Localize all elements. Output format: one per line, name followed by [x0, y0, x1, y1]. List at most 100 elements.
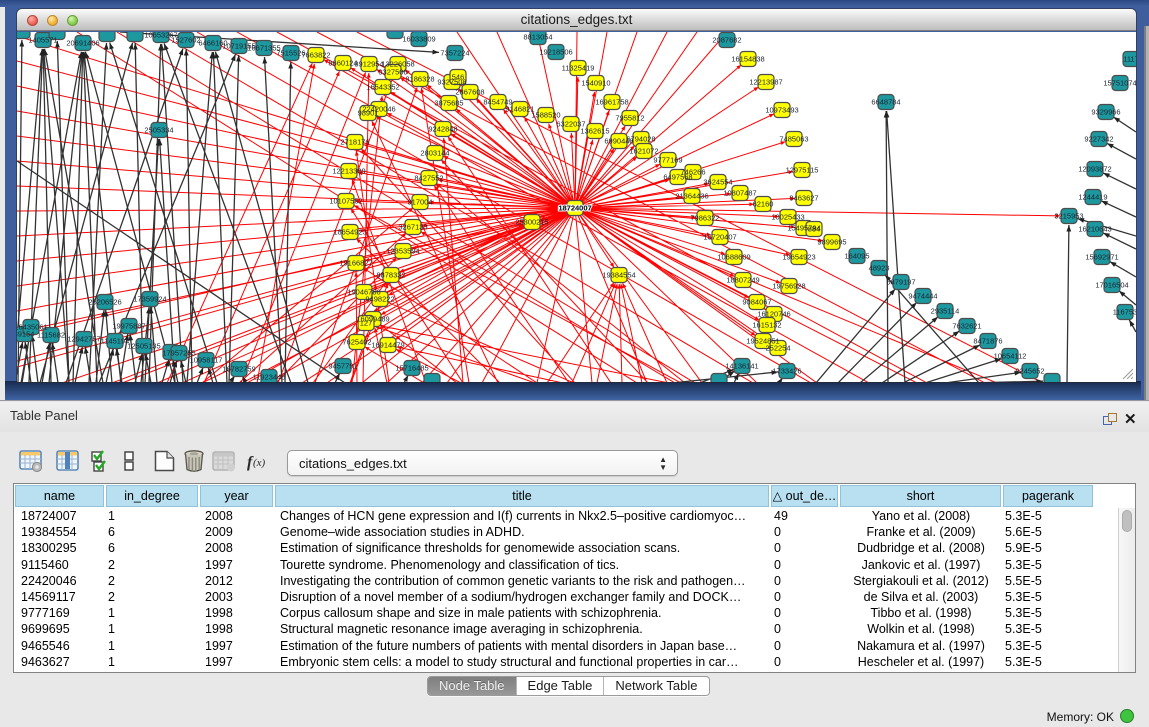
svg-text:21364436: 21364436: [675, 192, 708, 201]
svg-text:164095: 164095: [844, 252, 869, 261]
svg-text:26206526: 26206526: [88, 298, 121, 307]
svg-text:6648784: 6648784: [871, 98, 900, 107]
svg-text:12353594: 12353594: [386, 247, 419, 256]
svg-text:1362615: 1362615: [580, 127, 609, 136]
svg-text:1527602: 1527602: [171, 36, 200, 45]
svg-text:9899695: 9899695: [817, 238, 846, 247]
svg-text:7663822: 7663822: [301, 51, 330, 60]
svg-text:48923: 48923: [869, 264, 890, 273]
svg-text:7625402: 7625402: [342, 338, 371, 347]
svg-text:10688609: 10688609: [717, 253, 750, 262]
svg-text:17359924: 17359924: [133, 295, 166, 304]
svg-text:19975887: 19975887: [112, 322, 145, 331]
svg-text:16914479: 16914479: [371, 341, 404, 350]
svg-text:19756928: 19756928: [772, 282, 805, 291]
svg-text:8471876: 8471876: [973, 337, 1002, 346]
svg-text:9463627: 9463627: [789, 194, 818, 203]
svg-text:9457791: 9457791: [328, 362, 357, 371]
svg-text:7357224: 7357224: [440, 49, 469, 58]
svg-text:12975115: 12975115: [786, 166, 819, 175]
svg-text:16782759: 16782759: [222, 365, 255, 374]
svg-text:8660124: 8660124: [328, 59, 357, 68]
svg-text:1115682: 1115682: [37, 331, 65, 340]
svg-text:8186328: 8186328: [405, 75, 434, 84]
svg-text:6794028: 6794028: [626, 135, 655, 144]
svg-text:16543352: 16543352: [366, 83, 399, 92]
svg-text:(x): (x): [253, 457, 266, 469]
svg-text:10654112: 10654112: [994, 352, 1027, 361]
svg-text:2867608: 2867608: [455, 88, 484, 97]
svg-text:10958117: 10958117: [190, 356, 223, 365]
svg-text:116753: 116753: [1113, 308, 1136, 317]
svg-text:1117: 1117: [1123, 55, 1136, 64]
svg-text:11325419: 11325419: [562, 64, 595, 73]
svg-text:2505334: 2505334: [144, 126, 173, 135]
svg-text:9329966: 9329966: [1091, 108, 1120, 117]
svg-text:25300215: 25300215: [515, 218, 548, 227]
svg-text:16033809: 16033809: [402, 35, 435, 44]
svg-text:10107552: 10107552: [329, 197, 362, 206]
svg-text:15751074: 15751074: [1103, 79, 1136, 88]
svg-text:9245652: 9245652: [1015, 367, 1044, 376]
svg-text:18724007: 18724007: [558, 204, 591, 213]
svg-text:3624554: 3624554: [703, 178, 732, 187]
svg-text:9084067: 9084067: [742, 298, 771, 307]
svg-text:2803144: 2803144: [420, 149, 449, 158]
svg-text:19654923: 19654923: [782, 253, 815, 262]
svg-text:15692971: 15692971: [1085, 253, 1118, 262]
svg-text:1145194: 1145194: [101, 337, 130, 346]
svg-text:19166827: 19166827: [339, 259, 372, 268]
svg-text:7955812: 7955812: [615, 114, 644, 123]
svg-text:7632621: 7632621: [952, 322, 981, 331]
svg-text:16154838: 16154838: [731, 55, 764, 64]
svg-text:98901: 98901: [358, 109, 379, 118]
svg-text:17016504: 17016504: [1095, 281, 1128, 290]
svg-text:884: 884: [808, 225, 821, 234]
svg-text:3875685: 3875685: [434, 99, 463, 108]
svg-text:10807487: 10807487: [723, 189, 756, 198]
svg-text:1540910: 1540910: [581, 79, 610, 88]
svg-text:12505135: 12505135: [127, 342, 160, 351]
svg-text:9498222: 9498222: [365, 295, 394, 304]
svg-text:16120746: 16120746: [757, 310, 790, 319]
svg-text:2087682: 2087682: [712, 36, 741, 45]
svg-text:2718176: 2718176: [340, 138, 369, 147]
svg-text:746266: 746266: [680, 168, 705, 177]
svg-text:12213987: 12213987: [749, 78, 782, 87]
svg-text:8813054: 8813054: [523, 33, 552, 42]
svg-text:19384554: 19384554: [602, 271, 635, 280]
svg-text:1621072: 1621072: [629, 147, 658, 156]
svg-text:1615132: 1615132: [752, 321, 781, 330]
svg-text:16210643: 16210643: [1078, 225, 1111, 234]
svg-text:9146821: 9146821: [505, 105, 534, 114]
svg-text:16961758: 16961758: [595, 98, 628, 107]
svg-text:20691406: 20691406: [66, 39, 99, 48]
svg-text:12942757: 12942757: [67, 335, 100, 344]
svg-text:1588520: 1588520: [531, 111, 560, 120]
svg-text:546: 546: [452, 73, 465, 82]
svg-text:9777169: 9777169: [653, 156, 682, 165]
svg-text:917004: 917004: [407, 198, 432, 207]
svg-text:15716485: 15716485: [395, 364, 428, 373]
svg-text:18654923: 18654923: [333, 228, 366, 237]
svg-text:11923448: 11923448: [253, 373, 286, 382]
svg-text:18807249: 18807249: [726, 276, 759, 285]
svg-text:8878332: 8878332: [376, 271, 405, 280]
svg-text:10025433: 10025433: [771, 213, 804, 222]
svg-text:1733426: 1733426: [772, 367, 801, 376]
svg-text:3215953: 3215953: [1054, 212, 1083, 221]
svg-text:12213389: 12213389: [332, 167, 365, 176]
svg-text:3267130: 3267130: [398, 223, 427, 232]
svg-text:6879197: 6879197: [886, 278, 915, 287]
svg-text:127: 127: [360, 319, 373, 328]
svg-text:252254: 252254: [765, 344, 790, 353]
svg-text:9327506: 9327506: [378, 68, 407, 77]
svg-text:15720407: 15720407: [703, 233, 736, 242]
svg-text:10973493: 10973493: [765, 106, 798, 115]
svg-text:9227342: 9227342: [1084, 135, 1113, 144]
svg-text:62160: 62160: [753, 200, 774, 209]
svg-text:7986322: 7986322: [690, 214, 719, 223]
svg-text:12093872: 12093872: [1078, 165, 1111, 174]
svg-text:2935114: 2935114: [931, 307, 960, 316]
svg-text:9242848: 9242848: [428, 125, 457, 134]
